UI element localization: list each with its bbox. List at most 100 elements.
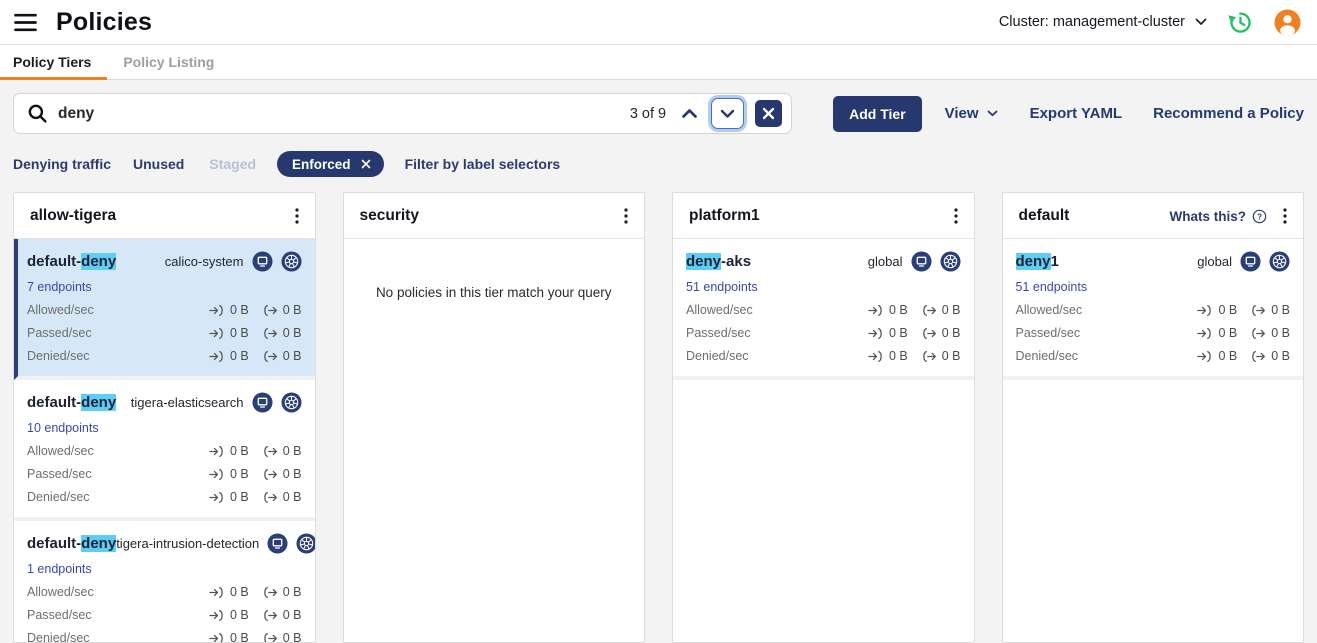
policy-name: deny-aks: [686, 253, 751, 270]
endpoints-link[interactable]: 1 endpoints: [27, 562, 302, 576]
metric-label: Denied/sec: [27, 490, 209, 504]
tier-column-default: default Whats this? ? deny1 global 51 en…: [1002, 192, 1305, 643]
endpoints-link[interactable]: 7 endpoints: [27, 280, 302, 294]
endpoints-link[interactable]: 51 endpoints: [686, 280, 961, 294]
egress-icon: [921, 350, 937, 363]
egress-value: 0 B: [283, 490, 302, 504]
filters-row: Denying traffic Unused Staged Enforced F…: [13, 151, 1304, 177]
metric-row: Allowed/sec 0 B 0 B: [27, 444, 302, 458]
policy-card[interactable]: default-deny calico-system 7 endpoints A…: [14, 239, 315, 380]
endpoints-link[interactable]: 51 endpoints: [1016, 280, 1291, 294]
policy-card[interactable]: deny1 global 51 endpoints Allowed/sec 0 …: [1003, 239, 1304, 380]
tab-policy-tiers[interactable]: Policy Tiers: [0, 45, 107, 79]
metric-label: Passed/sec: [27, 326, 209, 340]
namespace-icon: [252, 251, 273, 272]
metric-row: Allowed/sec 0 B 0 B: [1016, 303, 1291, 317]
egress-icon: [921, 304, 937, 317]
egress-icon: [262, 327, 278, 340]
ingress-icon: [209, 350, 225, 363]
chevron-down-icon: [1195, 18, 1207, 26]
tier-menu-button[interactable]: [1280, 206, 1290, 226]
tier-board: allow-tigera ? default-deny calico-syste…: [13, 192, 1304, 643]
filter-unused[interactable]: Unused: [133, 156, 184, 172]
ingress-value: 0 B: [230, 467, 249, 481]
kubernetes-global-icon: [281, 392, 302, 413]
search-match-highlight: deny: [81, 394, 116, 411]
next-match-button[interactable]: [711, 98, 744, 129]
export-yaml-button[interactable]: Export YAML: [1030, 105, 1123, 122]
view-dropdown[interactable]: View: [945, 105, 998, 122]
add-tier-button[interactable]: Add Tier: [833, 96, 922, 132]
metric-label: Denied/sec: [686, 349, 868, 363]
endpoints-link[interactable]: 10 endpoints: [27, 421, 302, 435]
tier-header: platform1 ?: [673, 193, 974, 239]
recommend-policy-button[interactable]: Recommend a Policy: [1153, 105, 1304, 122]
close-icon: [762, 107, 775, 120]
remove-enforced-filter-icon[interactable]: [361, 159, 371, 169]
filter-by-label-selectors[interactable]: Filter by label selectors: [405, 156, 561, 172]
tier-name: security: [360, 207, 622, 225]
policy-card[interactable]: default-deny tigera-intrusion-detection …: [14, 521, 315, 643]
hamburger-menu-icon[interactable]: [14, 13, 37, 32]
metric-label: Denied/sec: [27, 349, 209, 363]
egress-value: 0 B: [283, 467, 302, 481]
filter-chip-enforced[interactable]: Enforced: [277, 151, 384, 177]
filter-denying-traffic[interactable]: Denying traffic: [13, 156, 111, 172]
ingress-icon: [1197, 327, 1213, 340]
tier-menu-button[interactable]: [292, 206, 302, 226]
ingress-icon: [209, 468, 225, 481]
clear-search-button[interactable]: [755, 100, 782, 127]
egress-value: 0 B: [283, 631, 302, 643]
egress-value: 0 B: [283, 444, 302, 458]
ingress-icon: [209, 304, 225, 317]
user-avatar[interactable]: [1274, 9, 1301, 36]
policy-card[interactable]: default-deny tigera-elasticsearch 10 end…: [14, 380, 315, 521]
egress-value: 0 B: [283, 585, 302, 599]
content-area: 3 of 9 Add Tier View Export YAML Recomme…: [0, 80, 1317, 643]
search-input[interactable]: [58, 105, 630, 123]
kubernetes-global-icon: [940, 251, 961, 272]
egress-icon: [262, 632, 278, 643]
tier-menu-button[interactable]: [951, 206, 961, 226]
ingress-icon: [868, 304, 884, 317]
tab-policy-listing[interactable]: Policy Listing: [107, 45, 230, 79]
ingress-value: 0 B: [230, 585, 249, 599]
egress-value: 0 B: [283, 608, 302, 622]
ingress-icon: [209, 445, 225, 458]
search-match-highlight: deny: [686, 253, 721, 270]
policy-scope: global: [868, 254, 903, 269]
history-icon[interactable]: [1227, 9, 1254, 36]
egress-value: 0 B: [1271, 303, 1290, 317]
metric-label: Allowed/sec: [1016, 303, 1198, 317]
policy-scope: global: [1197, 254, 1232, 269]
metric-row: Denied/sec 0 B 0 B: [27, 631, 302, 643]
ingress-icon: [209, 609, 225, 622]
metric-row: Denied/sec 0 B 0 B: [27, 490, 302, 504]
whats-this-link[interactable]: Whats this? ?: [1170, 209, 1268, 224]
policy-name: default-deny: [27, 394, 116, 411]
tier-header: security ?: [344, 193, 645, 239]
metric-label: Denied/sec: [1016, 349, 1198, 363]
tier-menu-button[interactable]: [621, 206, 631, 226]
tier-column-platform1: platform1 ? deny-aks global 51 endpoints…: [672, 192, 975, 643]
cluster-selector[interactable]: Cluster: management-cluster: [999, 14, 1207, 30]
tier-column-allow-tigera: allow-tigera ? default-deny calico-syste…: [13, 192, 316, 643]
egress-icon: [262, 304, 278, 317]
namespace-icon: [1240, 251, 1261, 272]
policy-card[interactable]: deny-aks global 51 endpoints Allowed/sec…: [673, 239, 974, 380]
filter-staged[interactable]: Staged: [209, 156, 256, 172]
ingress-icon: [1197, 350, 1213, 363]
kebab-menu-icon: [624, 208, 628, 224]
ingress-value: 0 B: [889, 326, 908, 340]
policy-name: default-deny: [27, 535, 116, 552]
metric-row: Denied/sec 0 B 0 B: [27, 349, 302, 363]
ingress-value: 0 B: [230, 631, 249, 643]
egress-icon: [921, 327, 937, 340]
chevron-down-icon: [720, 109, 735, 119]
previous-match-button[interactable]: [681, 108, 698, 119]
metric-row: Denied/sec 0 B 0 B: [686, 349, 961, 363]
egress-icon: [262, 586, 278, 599]
kebab-menu-icon: [954, 208, 958, 224]
help-circle-icon: ?: [1252, 209, 1267, 224]
metric-row: Allowed/sec 0 B 0 B: [27, 303, 302, 317]
